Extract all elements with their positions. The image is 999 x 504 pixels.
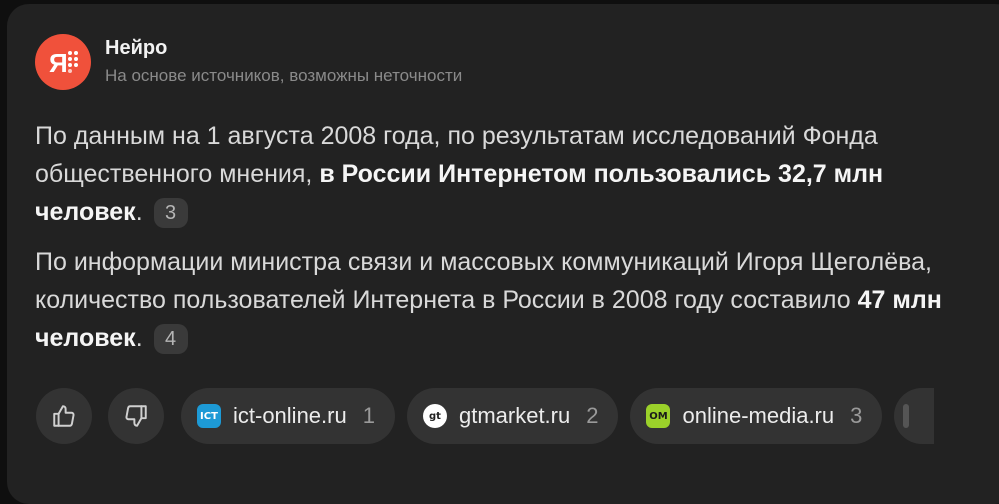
source-chip-gtmarket[interactable]: gt gtmarket.ru 2: [406, 388, 619, 444]
source-chip-ict-online[interactable]: ICT ict-online.ru 1: [181, 388, 395, 444]
answer-text: По данным на 1 августа 2008 года, по рез…: [35, 117, 975, 357]
answer-paragraph-1-end: .: [135, 198, 143, 226]
answer-paragraph-2-end: .: [135, 324, 143, 352]
source-number: 1: [362, 403, 375, 428]
thumbs-up-icon: [53, 405, 75, 427]
app-disclaimer: На основе источников, возможны неточност…: [105, 66, 463, 85]
app-name: Нейро: [105, 37, 168, 59]
source-number: 3: [850, 403, 863, 428]
source-domain: ict-online.ru: [233, 403, 347, 428]
like-button[interactable]: [36, 388, 92, 444]
answer-footer: ICT ict-online.ru 1 gt gtmarket.ru 2 OM …: [36, 388, 935, 444]
source-domain: gtmarket.ru: [458, 403, 571, 428]
neuro-logo-icon: Я: [35, 34, 91, 90]
source-chip-partial[interactable]: [894, 388, 935, 444]
thumbs-down-icon: [125, 405, 147, 427]
source-number: 2: [586, 403, 599, 428]
source-domain: online-media.ru: [682, 403, 835, 428]
answer-header: Я Нейро На основе источников, возможны н…: [35, 34, 462, 90]
gtmarket-favicon-icon: gt: [422, 404, 447, 428]
dislike-button[interactable]: [108, 388, 164, 444]
answer-paragraph-2: По информации министра связи и массовых …: [35, 243, 975, 357]
neuro-answer-card: Я Нейро На основе источников, возможны н…: [7, 4, 999, 504]
answer-paragraph-2-text: По информации министра связи и массовых …: [35, 248, 932, 314]
reference-badge-4[interactable]: 4: [153, 324, 188, 354]
answer-paragraph-1: По данным на 1 августа 2008 года, по рез…: [35, 117, 975, 231]
svg-text:Я: Я: [49, 48, 68, 78]
reference-badge-3[interactable]: 3: [153, 198, 188, 228]
source-chip-online-media[interactable]: OM online-media.ru 3: [630, 388, 883, 444]
online-media-favicon-icon: OM: [646, 404, 671, 428]
ict-online-favicon-icon: ICT: [197, 404, 221, 428]
